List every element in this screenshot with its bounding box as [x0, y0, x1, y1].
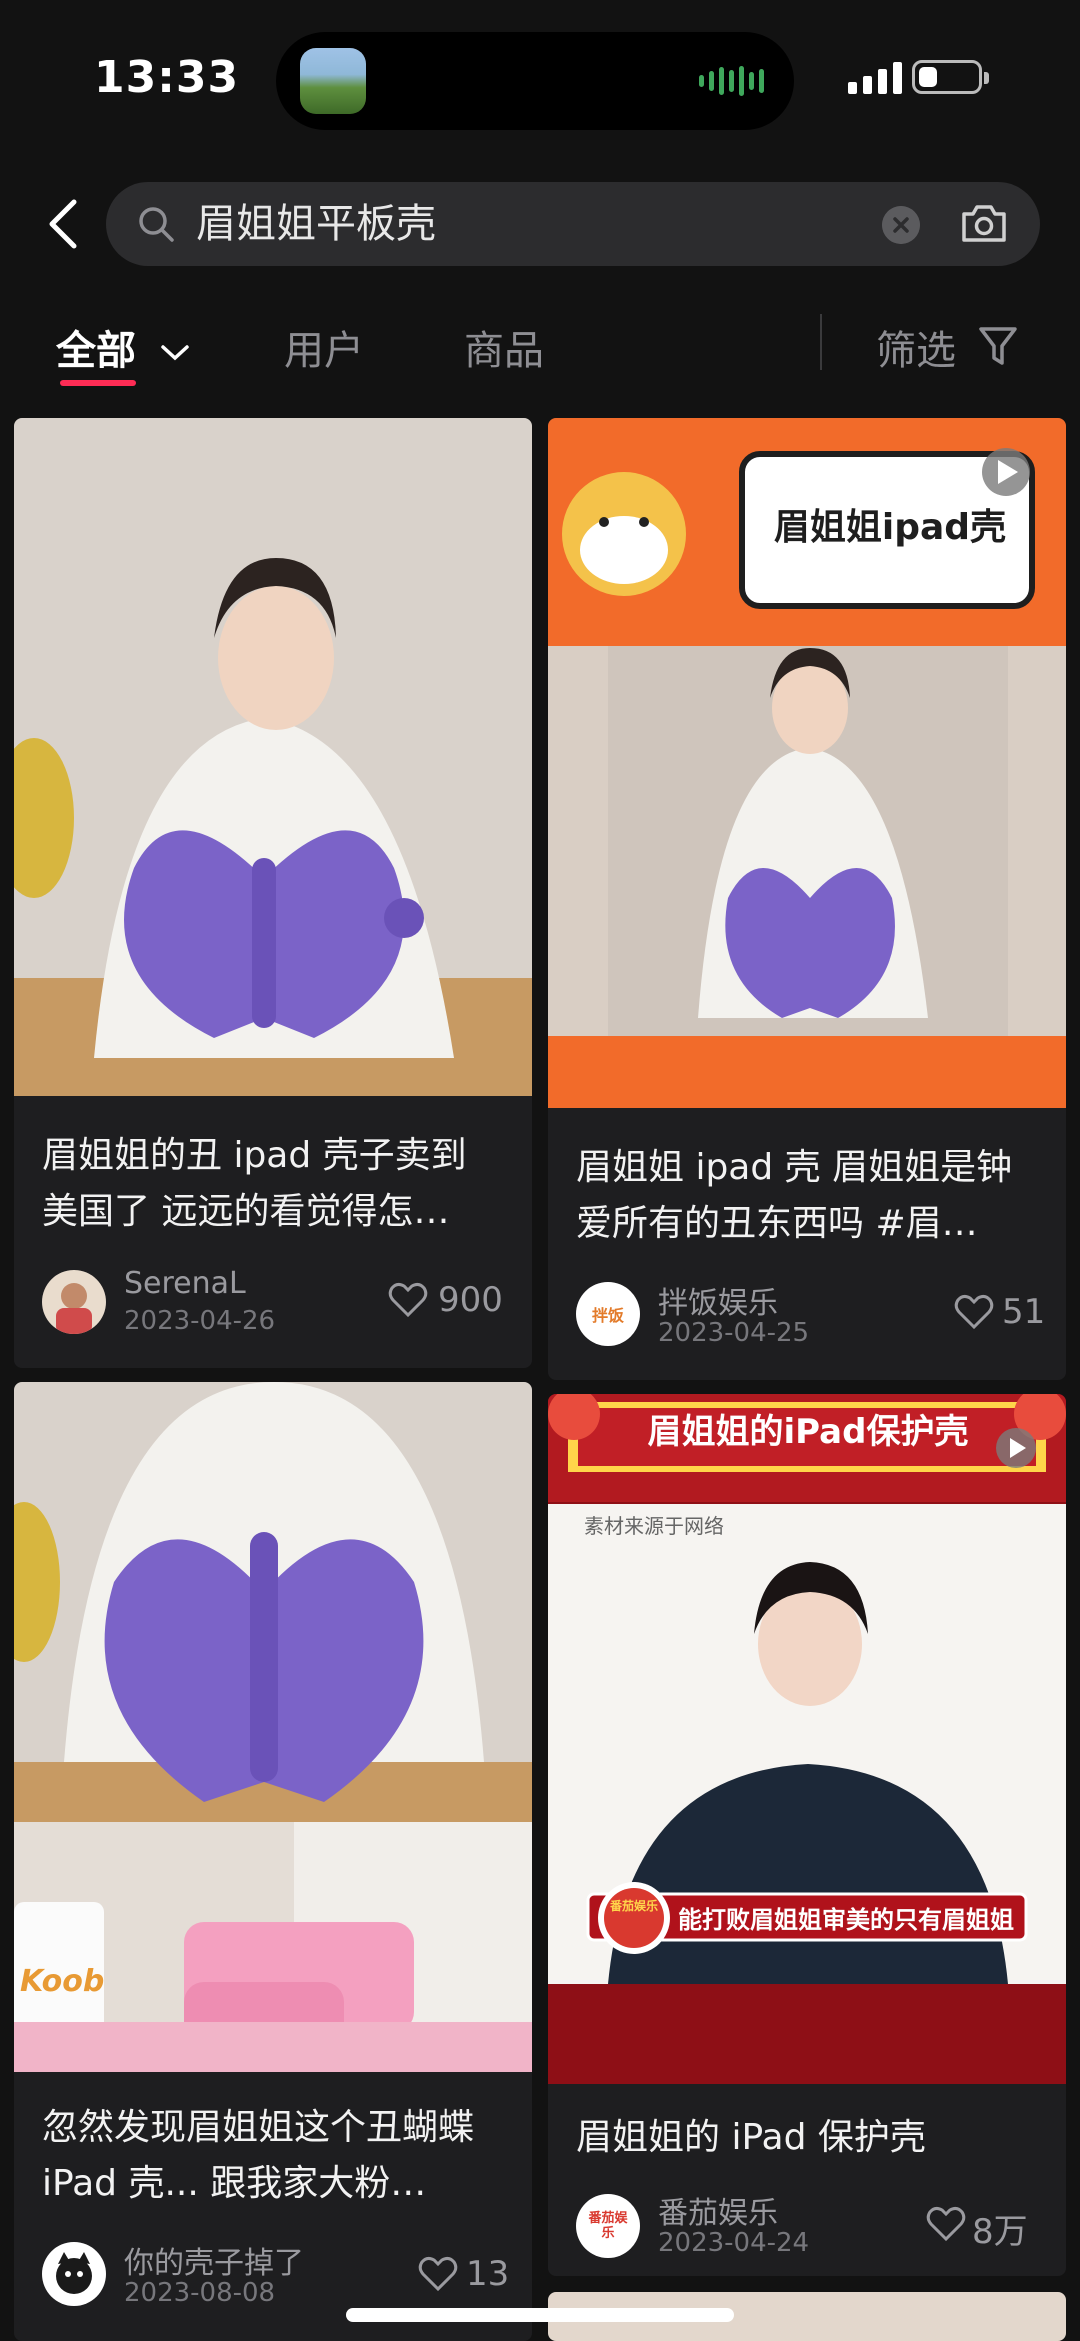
tab-all[interactable]: 全部 — [56, 318, 190, 376]
cup-logo-text: Koob — [20, 1964, 105, 1999]
tab-users[interactable]: 用户 — [284, 318, 364, 376]
card-date: 2023-04-25 — [658, 1318, 810, 1348]
cellular-signal-icon — [848, 60, 902, 94]
status-bar: 13:33 — [0, 0, 1080, 150]
avatar[interactable] — [42, 1270, 106, 1334]
heart-icon[interactable] — [926, 2206, 966, 2242]
card-date: 2023-04-26 — [124, 1306, 276, 1336]
avatar-text: 番茄娱乐 — [588, 2211, 628, 2241]
source-note-text: 素材来源于网络 — [584, 1514, 724, 1538]
search-icon — [139, 207, 174, 242]
avatar[interactable]: 番茄娱乐 — [576, 2194, 640, 2258]
like-count: 900 — [438, 1280, 503, 1320]
dynamic-island[interactable] — [276, 32, 794, 130]
tab-divider — [820, 314, 822, 370]
video-cover-image — [548, 1394, 1066, 2084]
back-arrow-icon[interactable] — [40, 196, 90, 252]
active-tab-indicator — [60, 380, 136, 386]
card-author: 你的壳子掉了 — [124, 2246, 304, 2281]
cover-caption-text: 眉姐姐ipad壳 — [773, 507, 1007, 548]
subtitle-caption-text: 能打败眉姐姐审美的只有眉姐姐 — [678, 1906, 1014, 1934]
home-indicator — [346, 2308, 734, 2322]
banner-title-text: 眉姐姐的iPad保护壳 — [647, 1412, 969, 1452]
like-count: 13 — [466, 2254, 510, 2294]
status-time: 13:33 — [94, 52, 240, 103]
video-cover-image — [14, 418, 532, 1096]
funnel-icon[interactable] — [978, 324, 1018, 368]
card-author: 拌饭娱乐 — [658, 1286, 778, 1321]
card-title: 眉姐姐的丑 ipad 壳子卖到美国了 远远的看觉得怎… — [42, 1135, 467, 1232]
card-date: 2023-08-08 — [124, 2278, 276, 2308]
heart-icon[interactable] — [388, 1282, 428, 1318]
tab-products[interactable]: 商品 — [464, 318, 544, 376]
card-date: 2023-04-24 — [658, 2228, 810, 2258]
heart-icon[interactable] — [954, 1294, 994, 1330]
like-count: 8万 — [972, 2212, 1028, 2252]
result-card[interactable]: 眉姐姐的iPad保护壳 素材来源于网络 能打败眉姐姐审美的只有眉姐姐 番茄娱乐 … — [548, 1394, 1066, 2276]
battery-icon — [912, 60, 989, 94]
card-title: 眉姐姐 ipad 壳 眉姐姐是钟爱所有的丑东西吗 #眉… — [576, 1147, 1013, 1244]
card-author: SerenaL — [124, 1266, 246, 1301]
overlay-badge-text: 番茄娱乐 — [609, 1899, 658, 1913]
result-card[interactable]: Koob 忽然发现眉姐姐这个丑蝴蝶 iPad 壳... 跟我家大粉… 你的壳子掉… — [14, 1382, 532, 2341]
search-input[interactable]: 眉姐姐平板壳 — [106, 182, 1040, 266]
card-title: 眉姐姐的 iPad 保护壳 — [576, 2117, 926, 2158]
search-results-screen: 13:33 眉姐姐平板壳 全部 用户 商品 筛选 眉姐姐的丑 ipad 壳子卖到… — [0, 0, 1080, 2341]
card-title: 忽然发现眉姐姐这个丑蝴蝶 iPad 壳... 跟我家大粉… — [42, 2107, 475, 2204]
audio-wave-icon — [699, 66, 764, 96]
heart-icon[interactable] — [418, 2256, 458, 2292]
tab-all-label: 全部 — [56, 328, 136, 374]
like-count: 51 — [1002, 1292, 1046, 1332]
avatar[interactable]: 拌饭 — [576, 1282, 640, 1346]
search-query-text: 眉姐姐平板壳 — [196, 201, 436, 247]
card-author: 番茄娱乐 — [658, 2196, 778, 2231]
result-filter-tabs: 全部 用户 商品 筛选 — [0, 300, 1080, 400]
now-playing-thumbnail — [300, 48, 366, 114]
result-card[interactable]: 眉姐姐ipad壳 眉姐姐 ipad 壳 眉姐姐是钟爱所有的丑东西吗 #眉… 拌饭… — [548, 418, 1066, 1380]
clear-search-icon[interactable] — [882, 206, 920, 244]
avatar[interactable] — [42, 2242, 106, 2306]
filter-button[interactable]: 筛选 — [876, 318, 956, 376]
result-card[interactable]: 眉姐姐的丑 ipad 壳子卖到美国了 远远的看觉得怎… SerenaL 2023… — [14, 418, 532, 1368]
avatar-text: 拌饭 — [591, 1306, 624, 1325]
camera-icon[interactable] — [958, 200, 1010, 246]
chevron-down-icon — [161, 345, 189, 361]
